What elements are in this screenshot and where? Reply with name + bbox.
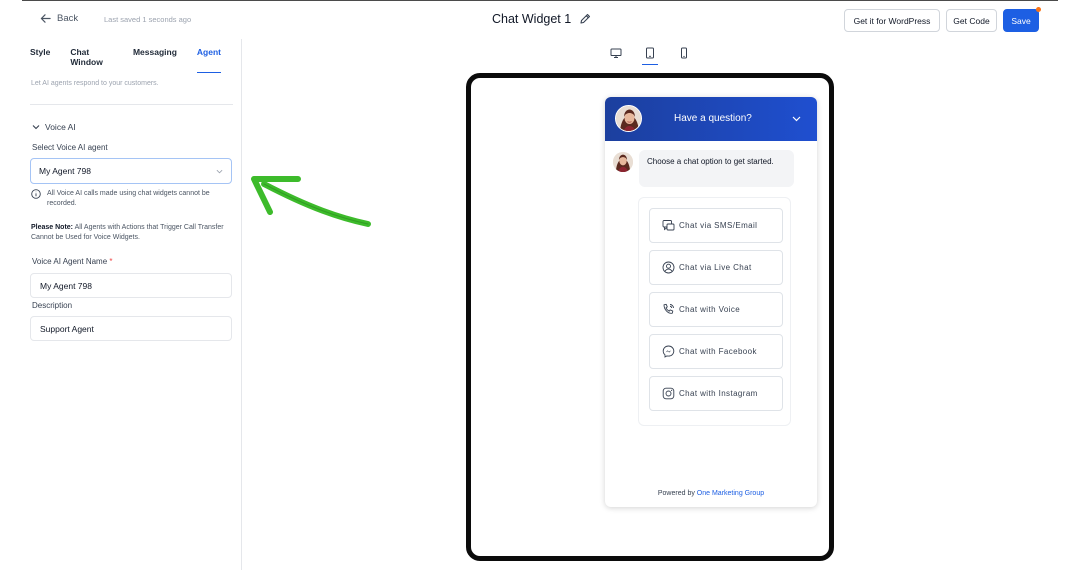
back-button[interactable]: Back bbox=[40, 13, 78, 24]
get-code-button[interactable]: Get Code bbox=[946, 9, 997, 32]
mobile-view-button[interactable] bbox=[676, 45, 692, 61]
option-label: Chat with Voice bbox=[679, 305, 741, 314]
chat-options-container: Chat via SMS/Email Chat via Live Chat Ch… bbox=[638, 197, 791, 426]
avatar bbox=[615, 105, 642, 132]
description-label: Description bbox=[32, 301, 73, 310]
arrow-left-icon bbox=[40, 14, 51, 23]
voice-ai-section-toggle[interactable]: Voice AI bbox=[32, 122, 76, 132]
header-bar: Back Last saved 1 seconds ago Chat Widge… bbox=[0, 1, 1080, 39]
back-label: Back bbox=[57, 13, 79, 24]
note-bold: Please Note: bbox=[31, 224, 74, 231]
tablet-icon bbox=[646, 47, 654, 59]
powered-by-footer: Powered by One Marketing Group bbox=[605, 490, 817, 497]
select-agent-label: Select Voice AI agent bbox=[32, 143, 108, 152]
option-label: Chat with Facebook bbox=[679, 347, 757, 356]
settings-tabs: Style Chat Window Messaging Agent bbox=[30, 47, 241, 73]
agent-portrait-icon bbox=[613, 152, 633, 172]
powered-by-text: Powered by bbox=[657, 490, 695, 497]
widget-title-group: Chat Widget 1 bbox=[492, 12, 591, 26]
desktop-icon bbox=[610, 48, 622, 58]
agent-name-input[interactable]: My Agent 798 bbox=[30, 273, 232, 298]
greeting-message: Choose a chat option to get started. bbox=[639, 150, 794, 187]
info-text: All Voice AI calls made using chat widge… bbox=[47, 190, 210, 207]
agent-name-label-text: Voice AI Agent Name bbox=[32, 257, 108, 266]
chat-widget-preview: Have a question? Choose a chat option to… bbox=[605, 97, 817, 507]
agent-name-label: Voice AI Agent Name * bbox=[32, 257, 113, 266]
recording-info: All Voice AI calls made using chat widge… bbox=[31, 189, 235, 209]
required-asterisk: * bbox=[109, 257, 113, 266]
powered-by-link[interactable]: One Marketing Group bbox=[697, 490, 764, 497]
get-wordpress-button[interactable]: Get it for WordPress bbox=[844, 9, 940, 32]
pencil-icon[interactable] bbox=[579, 13, 591, 25]
desktop-view-button[interactable] bbox=[608, 45, 624, 61]
instagram-icon bbox=[662, 387, 675, 400]
description-input[interactable]: Support Agent bbox=[30, 316, 232, 341]
chat-option-facebook[interactable]: Chat with Facebook bbox=[649, 334, 783, 369]
tablet-view-button[interactable] bbox=[642, 45, 658, 65]
info-icon bbox=[31, 189, 41, 199]
messenger-icon bbox=[662, 345, 675, 358]
settings-sidebar: Style Chat Window Messaging Agent Let AI… bbox=[22, 39, 242, 570]
save-button[interactable]: Save bbox=[1003, 9, 1039, 32]
transfer-note: Please Note: All Agents with Actions tha… bbox=[31, 223, 231, 243]
widget-header-title: Have a question? bbox=[674, 113, 752, 124]
section-title: Voice AI bbox=[45, 122, 76, 132]
agent-portrait-icon bbox=[616, 106, 641, 131]
chevron-down-icon bbox=[32, 125, 40, 130]
mobile-icon bbox=[681, 47, 687, 59]
avatar bbox=[613, 152, 633, 172]
chat-option-live-chat[interactable]: Chat via Live Chat bbox=[649, 250, 783, 285]
chat-option-instagram[interactable]: Chat with Instagram bbox=[649, 376, 783, 411]
tab-style[interactable]: Style bbox=[30, 47, 50, 73]
widget-header[interactable]: Have a question? bbox=[605, 97, 817, 141]
device-toggle-group bbox=[606, 45, 696, 69]
live-chat-icon bbox=[662, 261, 675, 274]
voice-agent-select[interactable]: My Agent 798 bbox=[30, 158, 232, 184]
divider bbox=[30, 104, 233, 105]
tab-messaging[interactable]: Messaging bbox=[133, 47, 177, 73]
option-label: Chat with Instagram bbox=[679, 389, 758, 398]
last-saved-text: Last saved 1 seconds ago bbox=[104, 15, 192, 24]
select-value: My Agent 798 bbox=[39, 166, 91, 176]
chat-option-sms-email[interactable]: Chat via SMS/Email bbox=[649, 208, 783, 243]
tab-description: Let AI agents respond to your customers. bbox=[31, 80, 159, 87]
chevron-down-icon bbox=[216, 169, 223, 174]
sms-email-icon bbox=[662, 220, 675, 231]
chat-option-voice[interactable]: Chat with Voice bbox=[649, 292, 783, 327]
page-title: Chat Widget 1 bbox=[492, 12, 572, 26]
tab-agent[interactable]: Agent bbox=[196, 47, 221, 73]
phone-icon bbox=[663, 303, 674, 314]
unsaved-indicator-dot bbox=[1036, 7, 1041, 12]
tab-chat-window[interactable]: Chat Window bbox=[70, 47, 113, 73]
green-arrow-annotation bbox=[251, 176, 371, 227]
chevron-down-icon[interactable] bbox=[792, 114, 801, 123]
option-label: Chat via SMS/Email bbox=[679, 221, 758, 230]
option-label: Chat via Live Chat bbox=[679, 263, 752, 272]
